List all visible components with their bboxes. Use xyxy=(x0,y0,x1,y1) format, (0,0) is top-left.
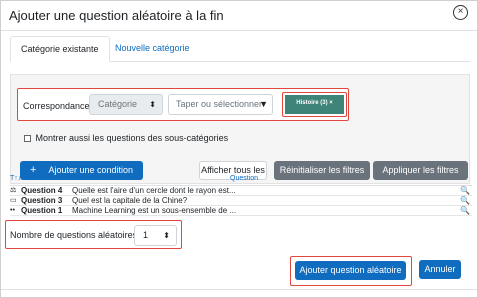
random-count-select[interactable]: 1 ⬍ xyxy=(134,225,177,246)
random-question-dialog: Ajouter une question aléatoire à la fin … xyxy=(0,0,478,298)
tab-bar: Catégorie existante Nouvelle catégorie xyxy=(10,36,470,62)
question-name: Question 1 xyxy=(21,206,63,215)
question-name: Question 3 xyxy=(21,196,63,205)
question-column-header[interactable]: Question xyxy=(230,175,258,182)
question-table: T↑↓ Question ⚖ Question 4 Quelle est l'a… xyxy=(10,175,472,216)
table-row: ▭ Question 3 Quel est la capitale de la … xyxy=(10,196,472,206)
filter-type-select[interactable]: Catégorie ⬍ xyxy=(89,94,163,115)
preview-icon[interactable]: 🔍 xyxy=(460,206,470,216)
random-count-label: Nombre de questions aléatoires xyxy=(10,230,138,240)
tab-new-category[interactable]: Nouvelle catégorie xyxy=(105,36,200,62)
selected-chip-highlight: Histoire (3) × xyxy=(282,92,347,117)
table-row: ⚖ Question 4 Quelle est l'aire d'un cerc… xyxy=(10,186,472,196)
preview-icon[interactable]: 🔍 xyxy=(460,186,470,196)
random-count-value: 1 xyxy=(143,230,149,240)
short-answer-question-icon: ▭ xyxy=(10,197,17,204)
filter-type-value: Catégorie xyxy=(98,99,138,109)
sort-type-header[interactable]: T↑↓ xyxy=(10,175,21,182)
numerical-question-icon: ⚖ xyxy=(10,187,17,194)
table-header: T↑↓ Question xyxy=(10,175,472,186)
category-chip[interactable]: Histoire (3) × xyxy=(285,95,344,114)
include-subcategories-option: Montrer aussi les questions des sous-cat… xyxy=(24,133,228,143)
tab-content: Correspondance Catégorie ⬍ Taper ou séle… xyxy=(10,62,470,184)
filter-condition-row: Correspondance Catégorie ⬍ Taper ou séle… xyxy=(17,88,349,121)
filter-search-placeholder: Taper ou sélectionner xyxy=(176,99,263,109)
random-count-row: Nombre de questions aléatoires 1 ⬍ xyxy=(5,220,182,249)
dialog-header: Ajouter une question aléatoire à la fin … xyxy=(1,1,477,31)
add-random-highlight: Ajouter question aléatoire xyxy=(290,256,412,286)
include-subcategories-label: Montrer aussi les questions des sous-cat… xyxy=(35,133,229,143)
question-text: Quelle est l'aire d'un cercle dont le ra… xyxy=(72,186,236,195)
chip-label: Histoire (3) xyxy=(296,100,328,106)
multichoice-question-icon: •• xyxy=(10,207,15,214)
match-label: Correspondance xyxy=(23,101,90,111)
add-random-question-button[interactable]: Ajouter question aléatoire xyxy=(295,261,406,280)
question-text: Quel est la capitale de la Chine? xyxy=(72,196,188,205)
chip-remove-icon[interactable]: × xyxy=(329,100,333,106)
filter-search-input[interactable]: Taper ou sélectionner ▼ xyxy=(168,94,273,115)
question-name: Question 4 xyxy=(21,186,63,195)
filter-panel: Correspondance Catégorie ⬍ Taper ou séle… xyxy=(10,74,470,184)
table-row: •• Question 1 Machine Learning est un so… xyxy=(10,206,472,216)
include-subcategories-checkbox[interactable] xyxy=(24,135,31,142)
preview-icon[interactable]: 🔍 xyxy=(460,196,470,206)
cancel-button[interactable]: Annuler xyxy=(419,260,461,279)
close-icon[interactable]: × xyxy=(453,5,468,20)
add-condition-label: Ajouter une condition xyxy=(48,165,133,175)
dialog-title: Ajouter une question aléatoire à la fin xyxy=(9,8,224,23)
select-arrows-icon: ⬍ xyxy=(149,100,156,109)
footer-divider xyxy=(1,289,477,290)
dropdown-arrow-icon[interactable]: ▼ xyxy=(259,95,268,114)
select-arrows-icon: ⬍ xyxy=(163,231,170,240)
question-text: Machine Learning est un sous-ensemble de… xyxy=(72,206,237,215)
tab-existing-category[interactable]: Catégorie existante xyxy=(10,36,110,62)
